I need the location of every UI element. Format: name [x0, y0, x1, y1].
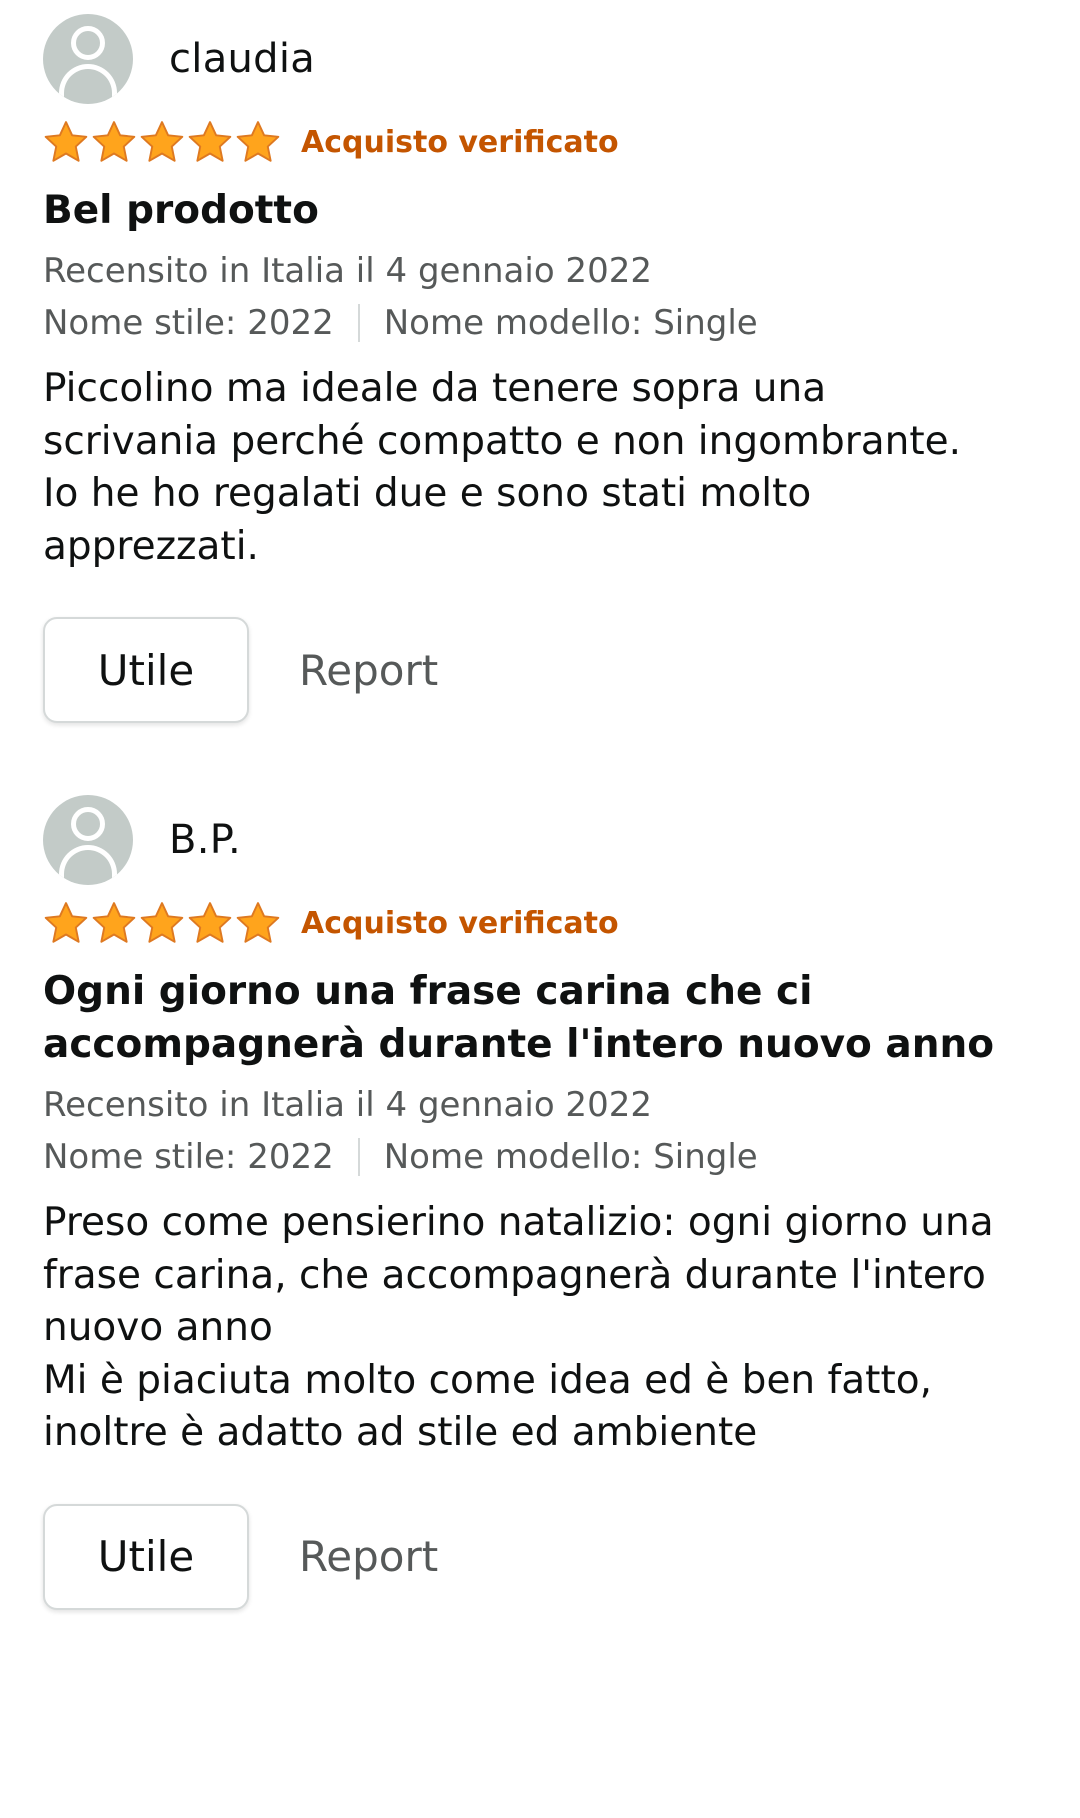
reviewer-name[interactable]: claudia	[169, 36, 315, 82]
user-avatar-icon	[43, 795, 133, 885]
verified-purchase-badge: Acquisto verificato	[301, 905, 619, 941]
review-body: Preso come pensierino natalizio: ogni gi…	[43, 1200, 994, 1455]
reviewer-header: claudia	[43, 14, 1050, 104]
review-date: Recensito in Italia il 4 gennaio 2022	[43, 1085, 652, 1125]
star-filled-icon	[236, 902, 280, 943]
review-date: Recensito in Italia il 4 gennaio 2022	[43, 251, 652, 291]
star-rating[interactable]	[43, 900, 281, 946]
helpful-button[interactable]: Utile	[43, 1503, 249, 1610]
star-filled-icon	[92, 902, 136, 943]
star-filled-icon	[140, 902, 184, 943]
verified-purchase-badge: Acquisto verificato	[301, 124, 619, 160]
review-body: Piccolino ma ideale da tenere sopra una …	[43, 366, 962, 569]
helpful-button[interactable]: Utile	[43, 617, 249, 723]
star-filled-icon	[92, 121, 136, 162]
star-filled-icon	[236, 121, 280, 162]
style-name: Nome stile: 2022	[43, 1137, 334, 1177]
review-attributes: Nome stile: 2022 Nome modello: Single	[43, 297, 1050, 349]
star-filled-icon	[44, 121, 88, 162]
star-filled-icon	[140, 121, 184, 162]
star-filled-icon	[188, 902, 232, 943]
attribute-divider	[357, 304, 360, 342]
report-link[interactable]: Report	[299, 646, 438, 695]
star-rating[interactable]	[43, 119, 281, 165]
attribute-divider	[357, 1138, 360, 1176]
rating-row: Acquisto verificato	[43, 899, 1050, 947]
style-name: Nome stile: 2022	[43, 303, 334, 343]
review-actions: Utile Report	[43, 1503, 1050, 1610]
model-name: Nome modello: Single	[383, 303, 758, 343]
model-name: Nome modello: Single	[383, 1137, 758, 1177]
review-actions: Utile Report	[43, 617, 1050, 723]
review-attributes: Nome stile: 2022 Nome modello: Single	[43, 1131, 1050, 1183]
review-card: B.P. Acquisto verificato Ogni giorno una…	[0, 795, 1080, 1610]
review-card: claudia Acquisto verificato Bel prodotto…	[0, 0, 1080, 723]
reviewer-header: B.P.	[43, 795, 1050, 885]
user-avatar-icon	[43, 14, 133, 104]
rating-row: Acquisto verificato	[43, 118, 1050, 166]
reviewer-name[interactable]: B.P.	[169, 817, 241, 863]
report-link[interactable]: Report	[299, 1532, 438, 1581]
star-filled-icon	[188, 121, 232, 162]
review-title: Ogni giorno una frase carina che ci acco…	[43, 969, 995, 1067]
star-filled-icon	[44, 902, 88, 943]
review-title: Bel prodotto	[43, 188, 319, 233]
